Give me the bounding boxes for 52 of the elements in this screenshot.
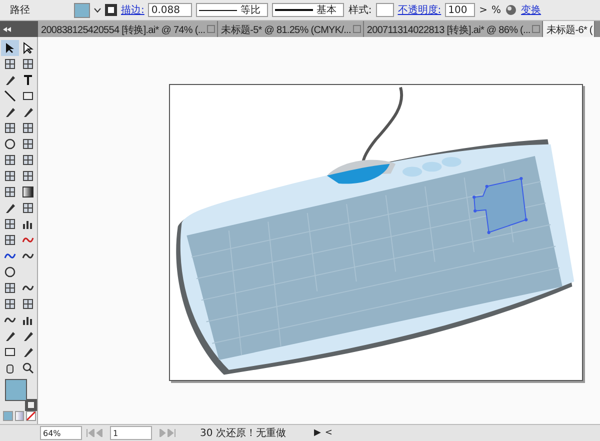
style-dropdown[interactable] — [376, 3, 394, 17]
rectangle-icon — [4, 346, 16, 358]
bar-graph-icon — [22, 218, 34, 230]
rectangle-icon — [22, 90, 34, 102]
arrow-icon — [4, 42, 16, 54]
caret-icon[interactable] — [94, 8, 101, 12]
eyedropper-icon — [4, 202, 16, 214]
gradient-icon — [22, 186, 34, 198]
hollow-arrow-icon — [22, 42, 34, 54]
opacity-field[interactable]: 100 — [445, 3, 476, 17]
eyedropper-icon — [4, 330, 16, 342]
percent-label: % — [492, 4, 502, 16]
play-button[interactable]: ▶ — [314, 428, 321, 438]
document-tab[interactable]: 200838125420554 [转换].ai* @ 74% (... — [38, 21, 218, 37]
gradient-mode-button[interactable] — [14, 411, 24, 421]
tool-button[interactable] — [1, 40, 19, 56]
fill-color-swatch[interactable] — [5, 379, 27, 401]
pencil-icon — [22, 106, 34, 118]
pen-icon — [4, 74, 16, 86]
profile-dropdown[interactable]: 等比 — [196, 3, 268, 17]
document-tab[interactable]: 200711314022813 [转换].ai* @ 86% (... — [364, 21, 544, 37]
color-mode-button[interactable] — [3, 411, 13, 421]
path-label: 路径 — [10, 4, 31, 17]
none-mode-icon[interactable] — [26, 411, 36, 421]
status-message: 30 次还原！无重做 — [200, 426, 287, 440]
knife-icon — [22, 346, 34, 358]
bar-graph-icon — [22, 314, 34, 326]
stroke-weight-field[interactable]: 0.088 — [148, 3, 192, 17]
stroke-link[interactable]: 描边: — [121, 3, 144, 17]
opacity-arrow[interactable]: > — [479, 4, 488, 16]
zoom-icon — [22, 362, 34, 374]
crosshair-icon — [4, 266, 16, 278]
rotate-icon — [4, 138, 16, 150]
globe-icon[interactable] — [505, 4, 518, 16]
eyedropper-icon — [22, 330, 34, 342]
line-icon — [4, 90, 16, 102]
document-tab[interactable]: 未标题-6* ( — [543, 21, 596, 37]
back-button[interactable]: < — [324, 428, 332, 438]
hand-icon — [4, 362, 16, 374]
opacity-link[interactable]: 不透明度: — [398, 3, 442, 17]
stroke-swatch[interactable] — [105, 4, 117, 16]
page-field[interactable]: 1 — [110, 426, 152, 440]
fill-swatch[interactable] — [74, 2, 90, 18]
zoom-field[interactable]: 64% — [40, 426, 82, 440]
document-tab[interactable]: 未标题-5* @ 81.25% (CMYK/... — [218, 21, 364, 37]
type-icon — [22, 74, 34, 86]
style-label: 样式: — [348, 4, 372, 17]
brush-icon — [4, 106, 16, 118]
stroke-color-swatch[interactable] — [25, 399, 37, 411]
transform-link[interactable]: 变换 — [521, 3, 542, 17]
brush-dropdown[interactable]: 基本 — [272, 3, 344, 17]
double-arrow-icon[interactable] — [3, 26, 11, 32]
